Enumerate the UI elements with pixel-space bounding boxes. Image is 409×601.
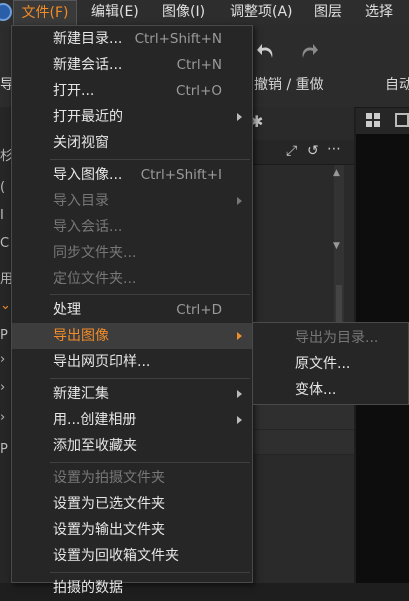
menu-item-sync-folder: 同步文件夹... <box>53 245 137 261</box>
menu-item-capture-data[interactable]: 拍摄的数据 <box>12 575 252 601</box>
menu-image[interactable]: 图像(I) <box>160 0 207 25</box>
menu-item-open[interactable]: 打开... Ctrl+O <box>12 78 252 104</box>
menu-adjustments[interactable]: 调整项(A) <box>228 0 295 25</box>
submenu-item-variants[interactable]: 变体... <box>253 377 409 403</box>
menu-separator <box>50 159 250 160</box>
menu-bar: 文件(F) 编辑(E) 图像(I) 调整项(A) 图层 选择 <box>0 0 409 25</box>
reset-icon[interactable]: ↺ <box>307 143 319 159</box>
toolbar-auto-label[interactable]: 自动 <box>385 74 409 94</box>
submenu-item-originals[interactable]: 原文件... <box>253 351 409 377</box>
menu-item-import-images[interactable]: 导入图像... Ctrl+Shift+I <box>12 162 252 188</box>
menu-item-process[interactable]: 处理 Ctrl+D <box>12 297 252 323</box>
menu-item-import-session: 导入会话... <box>53 219 123 235</box>
panel-row <box>250 405 354 430</box>
menu-separator <box>50 462 250 463</box>
menu-select[interactable]: 选择 <box>363 0 395 25</box>
menu-item-export-images[interactable]: 导出图像 <box>12 323 252 349</box>
undo-icon[interactable] <box>256 40 278 62</box>
chevron-right-icon[interactable]: › <box>0 410 5 425</box>
app-logo-icon[interactable] <box>0 3 12 21</box>
submenu-arrow-icon <box>237 113 242 121</box>
grid-view-icon[interactable] <box>366 113 381 128</box>
left-strip-glyph: C <box>0 236 10 251</box>
menu-item-open-recent[interactable]: 打开最近的 <box>12 104 252 130</box>
scrollbar-thumb[interactable] <box>336 285 342 325</box>
left-strip-glyph: I <box>0 208 4 223</box>
menu-item-export-web-contact-sheet[interactable]: 导出网页印样... <box>12 349 252 375</box>
submenu-arrow-icon <box>237 390 242 398</box>
submenu-arrow-icon <box>237 416 242 424</box>
single-view-icon[interactable] <box>395 113 409 127</box>
menu-item-import-catalog: 导入目录 <box>12 188 252 214</box>
more-icon[interactable]: ⋯ <box>327 141 341 157</box>
menu-edit[interactable]: 编辑(E) <box>89 0 141 25</box>
file-menu: 新建目录... Ctrl+Shift+N 新建会话... Ctrl+N 打开..… <box>11 25 253 596</box>
scroll-down-icon[interactable]: ▼ <box>333 241 340 251</box>
expand-icon[interactable]: ⤢ <box>286 143 297 159</box>
left-strip-glyph: P <box>0 328 8 343</box>
chevron-down-icon[interactable]: ⌄ <box>0 298 11 313</box>
menu-item-new-collection[interactable]: 新建汇集 <box>12 381 252 407</box>
menu-item-locate-folder: 定位文件夹... <box>53 271 137 287</box>
scroll-up-icon[interactable]: ▲ <box>333 168 340 178</box>
menu-item-set-trash-folder[interactable]: 设置为回收箱文件夹 <box>12 543 252 569</box>
submenu-item-export-as-catalog: 导出为目录... <box>295 330 379 346</box>
menu-separator <box>50 294 250 295</box>
panel-row <box>250 430 354 455</box>
menu-item-close-window[interactable]: 关闭视窗 <box>12 130 252 156</box>
chevron-right-icon[interactable]: › <box>0 380 5 395</box>
menu-item-new-session[interactable]: 新建会话... Ctrl+N <box>12 52 252 78</box>
menu-separator <box>50 572 250 573</box>
menu-item-new-catalog[interactable]: 新建目录... Ctrl+Shift+N <box>12 26 252 52</box>
menu-file[interactable]: 文件(F) <box>13 0 77 25</box>
menu-separator <box>50 378 250 379</box>
left-strip-glyph: ( <box>0 180 6 195</box>
undo-redo-label: 撤销 / 重做 <box>254 77 324 93</box>
menu-item-add-to-favorites[interactable]: 添加至收藏夹 <box>12 433 252 459</box>
chevron-right-icon[interactable]: › <box>0 352 5 367</box>
menu-item-set-selects-folder[interactable]: 设置为已选文件夹 <box>12 491 252 517</box>
submenu-arrow-icon <box>237 197 242 205</box>
menu-item-set-capture-folder: 设置为拍摄文件夹 <box>53 470 165 486</box>
menu-item-set-output-folder[interactable]: 设置为输出文件夹 <box>12 517 252 543</box>
menu-item-create-album-from[interactable]: 用...创建相册 <box>12 407 252 433</box>
submenu-arrow-icon <box>237 332 242 340</box>
redo-icon[interactable] <box>297 40 319 62</box>
left-strip-glyph: P <box>0 442 8 457</box>
export-submenu: 导出为目录... 原文件... 变体... <box>253 322 409 405</box>
menu-layers[interactable]: 图层 <box>312 0 344 25</box>
